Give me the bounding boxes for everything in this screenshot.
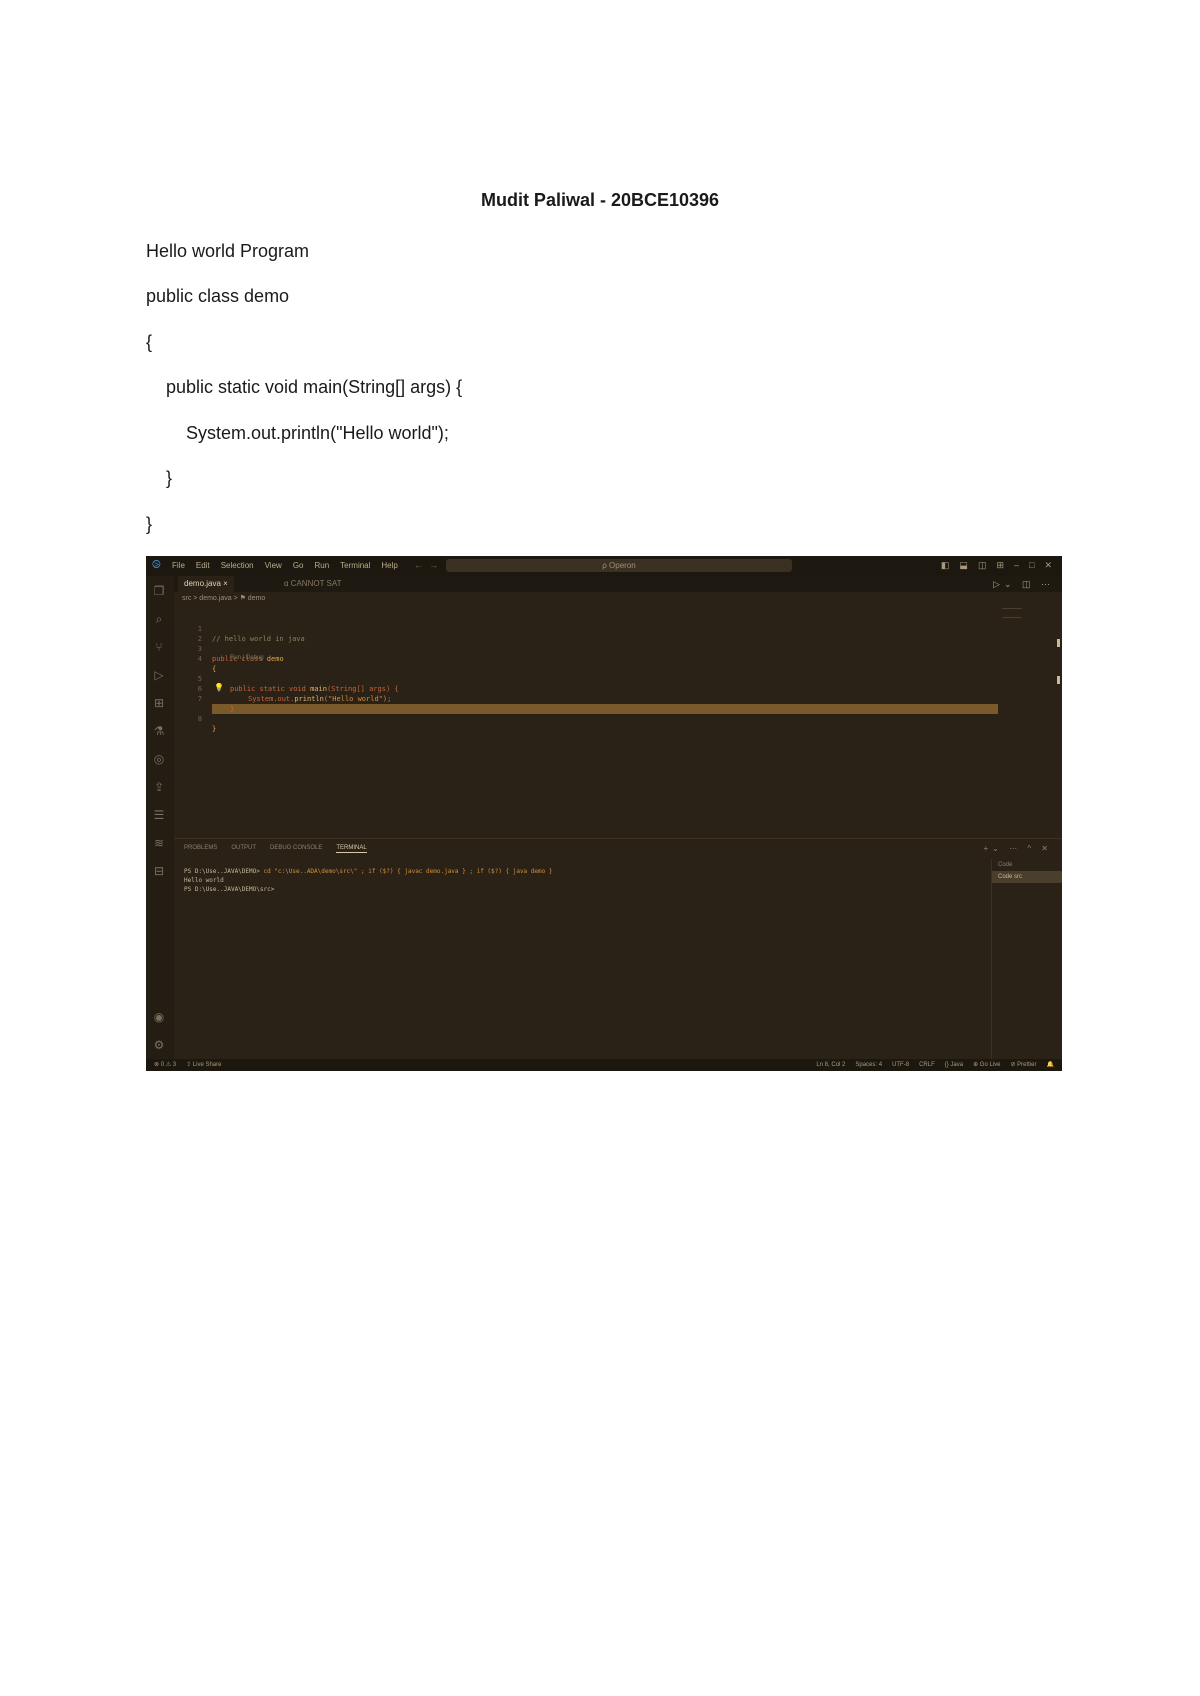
go-live-status[interactable]: ⊕ Go Live [973, 1059, 1000, 1071]
terminal-item[interactable]: Code src [992, 871, 1062, 883]
close-window-icon[interactable]: ✕ [1044, 560, 1052, 571]
menu-help[interactable]: Help [381, 561, 397, 570]
panel-tabs: PROBLEMS OUTPUT DEBUG CONSOLE TERMINAL [184, 845, 367, 853]
minimize-icon[interactable]: – [1014, 560, 1019, 571]
problems-status[interactable]: ⊗ 0 ⚠ 3 [154, 1059, 176, 1071]
live-share-icon[interactable]: ⇪ [152, 780, 166, 794]
code-line: 1 // hello world in java [197, 625, 305, 643]
extensions-icon[interactable]: ⊞ [152, 696, 166, 710]
nav-arrows-icon[interactable]: ←→ [414, 560, 444, 570]
vscode-screenshot: ⧁ File Edit Selection View Go Run Termin… [146, 556, 1062, 1071]
language-status[interactable]: {} Java [945, 1059, 963, 1071]
code-line: 8 } [197, 715, 217, 733]
doc-line-close-class: } [146, 514, 153, 534]
doc-line-class: public class demo [146, 286, 290, 306]
status-bar: ⊗ 0 ⚠ 3 ⇪ Live Share Ln 8, Col 2 Spaces:… [146, 1059, 1062, 1071]
menu-file[interactable]: File [172, 561, 185, 570]
layout-panel-icon[interactable]: ⬓ [959, 560, 968, 571]
tab-terminal[interactable]: TERMINAL [336, 845, 367, 853]
terminal-item[interactable]: Code [992, 859, 1062, 871]
code-editor[interactable]: 1 // hello world in java 2 3 public clas… [174, 604, 1062, 838]
editor-tabs: demo.java × ɑ CANNOT SAT ▷⌄ ◫ ⋯ [174, 576, 1062, 592]
stack-icon[interactable]: ≋ [152, 836, 166, 850]
prettier-status[interactable]: ⊘ Prettier [1010, 1059, 1036, 1071]
menu-terminal[interactable]: Terminal [340, 561, 370, 570]
window-controls: ◧ ⬓ ◫ ⊞ – □ ✕ [941, 560, 1052, 571]
remote-icon[interactable]: ◎ [152, 752, 166, 766]
tab-output[interactable]: OUTPUT [231, 845, 256, 853]
code-line: 6 System.out.println("Hello world"); [197, 685, 392, 703]
menu-view[interactable]: View [265, 561, 282, 570]
terminal-list: Code Code src [991, 859, 1062, 1059]
testing-icon[interactable]: ⚗ [152, 724, 166, 738]
cursor-position[interactable]: Ln 8, Col 2 [816, 1059, 845, 1071]
activity-bar: ❐ ⌕ ⑂ ▷ ⊞ ⚗ ◎ ⇪ ☰ ≋ ⊟ ◉ ⚙ [146, 576, 174, 1059]
tab-debug-console[interactable]: DEBUG CONSOLE [270, 845, 322, 853]
scrollbar-mark[interactable] [1057, 639, 1060, 647]
search-icon[interactable]: ⌕ [152, 612, 166, 626]
code-line: 5 public static void main(String[] args)… [197, 675, 399, 693]
code-line: 3 public class demo [197, 645, 284, 663]
eol-status[interactable]: CRLF [919, 1059, 935, 1071]
menu-selection[interactable]: Selection [221, 561, 254, 570]
explorer-icon[interactable]: ❐ [152, 584, 166, 598]
code-line: 2 [197, 635, 202, 643]
database-icon[interactable]: ☰ [152, 808, 166, 822]
run-debug-codelens[interactable]: Run | Debug [230, 655, 264, 661]
terminal-output[interactable]: PS D:\Use..JAVA\DEMO> cd "c:\Use..ADA\de… [184, 867, 552, 894]
menu-run[interactable]: Run [314, 561, 329, 570]
menu-go[interactable]: Go [293, 561, 304, 570]
code-line: 4 { [197, 655, 217, 673]
tab-problems[interactable]: PROBLEMS [184, 845, 217, 853]
tab-demo-java[interactable]: demo.java × [178, 576, 234, 592]
doc-line-main: public static void main(String[] args) { [146, 377, 463, 397]
layout-split-icon[interactable]: ◫ [978, 560, 987, 571]
editor-actions[interactable]: ▷⌄ ◫ ⋯ [993, 579, 1054, 590]
source-control-icon[interactable]: ⑂ [152, 640, 166, 654]
gear-icon[interactable]: ⚙ [152, 1038, 166, 1052]
doc-line-open-brace: { [146, 332, 153, 352]
code-line: 7 } [197, 695, 235, 713]
minimap[interactable] [1002, 608, 1022, 618]
tab-secondary[interactable]: ɑ CANNOT SAT [278, 576, 348, 592]
breadcrumb[interactable]: src > demo.java > ⚑ demo [182, 594, 265, 602]
doc-line-heading: Hello world Program [146, 241, 310, 261]
maximize-icon[interactable]: □ [1029, 560, 1034, 571]
panel-actions[interactable]: +⌄ ⋯ ^ ✕ [984, 844, 1053, 853]
indentation-status[interactable]: Spaces: 4 [855, 1059, 882, 1071]
command-center-search[interactable]: ρ Operon [446, 559, 792, 572]
bottom-panel: PROBLEMS OUTPUT DEBUG CONSOLE TERMINAL +… [174, 838, 1062, 1059]
scrollbar-mark[interactable] [1057, 676, 1060, 684]
encoding-status[interactable]: UTF-8 [892, 1059, 909, 1071]
title-bar: ⧁ File Edit Selection View Go Run Termin… [146, 556, 1062, 576]
account-icon[interactable]: ◉ [152, 1010, 166, 1024]
run-debug-icon[interactable]: ▷ [152, 668, 166, 682]
customize-layout-icon[interactable]: ⊞ [996, 560, 1004, 571]
tree-icon[interactable]: ⊟ [152, 864, 166, 878]
live-share-status[interactable]: ⇪ Live Share [186, 1059, 221, 1071]
vscode-logo-icon: ⧁ [152, 559, 161, 571]
menu-edit[interactable]: Edit [196, 561, 210, 570]
menu-bar: File Edit Selection View Go Run Terminal… [172, 561, 398, 570]
layout-sidebar-icon[interactable]: ◧ [941, 560, 950, 571]
doc-line-println: System.out.println("Hello world"); [146, 423, 449, 443]
doc-line-close-main: } [146, 468, 173, 488]
notifications-icon[interactable]: 🔔 [1047, 1059, 1054, 1071]
document-title: Mudit Paliwal - 20BCE10396 [480, 190, 720, 210]
